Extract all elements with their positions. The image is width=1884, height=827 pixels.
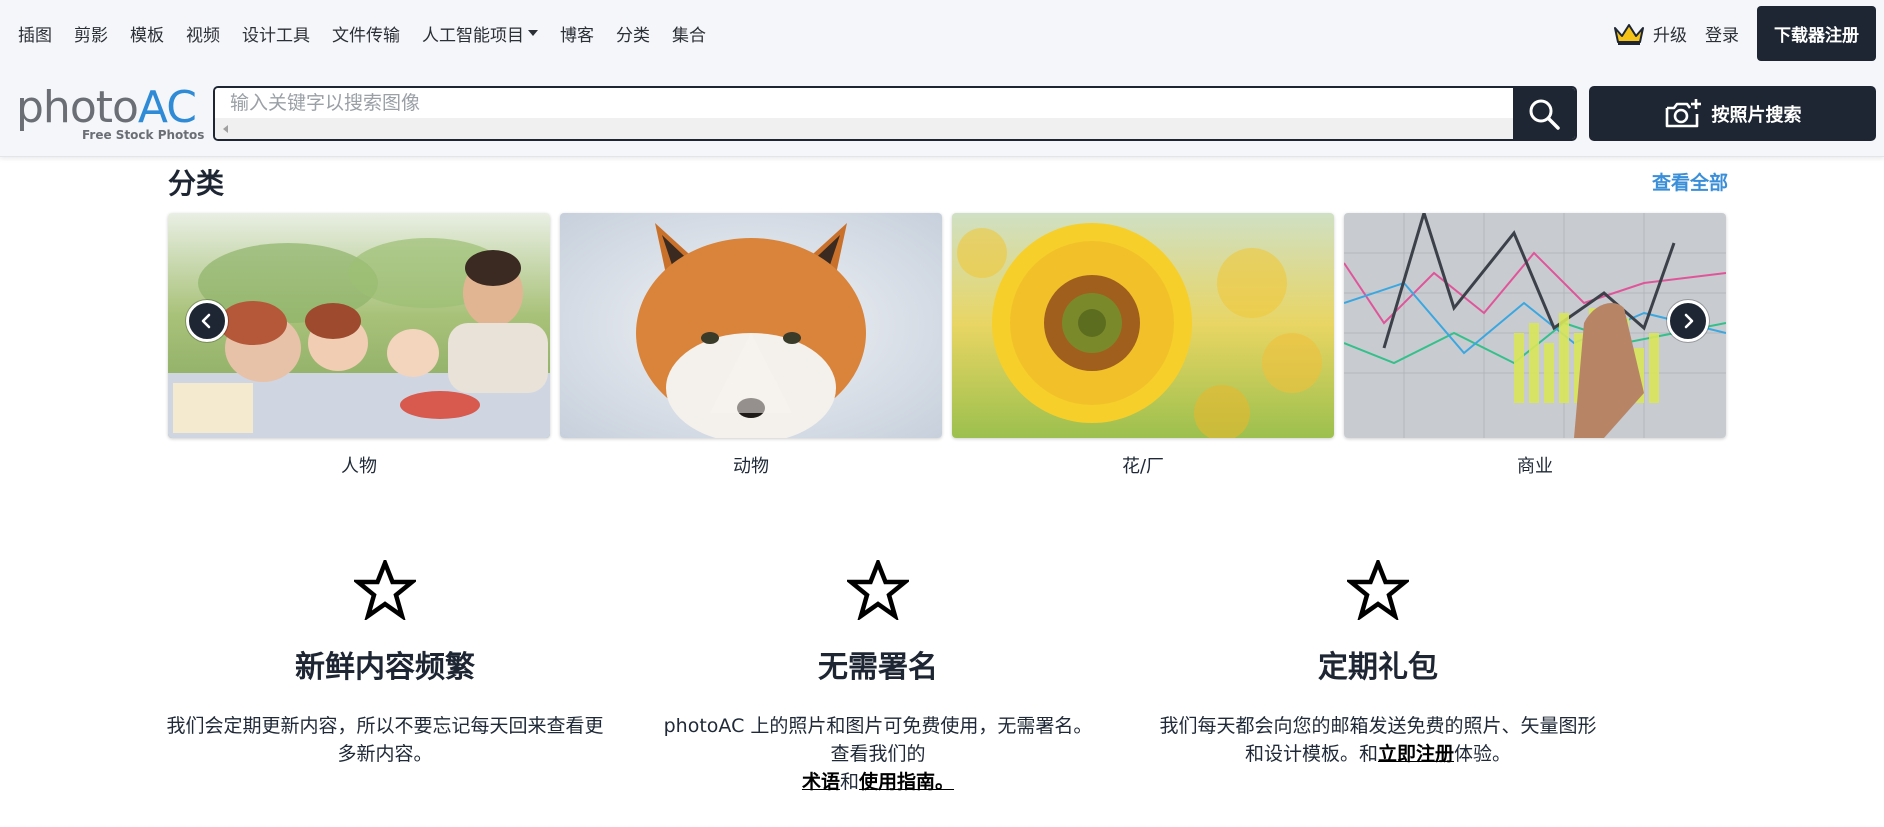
search-horizontal-scrollbar[interactable] xyxy=(215,118,1515,139)
category-card-people[interactable]: 人物 xyxy=(168,213,550,478)
top-navigation: 插图 剪影 模板 视频 设计工具 文件传输 人工智能项目 博客 分类 集合 xyxy=(18,20,706,46)
nav-videos[interactable]: 视频 xyxy=(186,21,220,46)
category-card-business[interactable]: 商业 xyxy=(1344,213,1726,478)
usage-guide-link[interactable]: 使用指南。 xyxy=(859,771,954,793)
feature-title: 定期礼包 xyxy=(1318,650,1438,685)
category-card-animals[interactable]: 动物 xyxy=(560,213,942,478)
nav-ai-projects-dropdown[interactable]: 人工智能项目 xyxy=(422,21,538,46)
upgrade-label: 升级 xyxy=(1653,26,1687,46)
downloader-register-button[interactable]: 下载器注册 xyxy=(1757,6,1876,61)
logo-photo-text: photo xyxy=(16,82,139,133)
category-label-business: 商业 xyxy=(1517,456,1553,477)
feature-description: 我们会定期更新内容，所以不要忘记每天回来查看更多新内容。 xyxy=(166,715,604,765)
account-area: 升级 登录 下载器注册 xyxy=(1613,6,1876,61)
nav-design-tools[interactable]: 设计工具 xyxy=(242,21,310,46)
star-icon xyxy=(847,560,909,620)
nav-silhouettes[interactable]: 剪影 xyxy=(74,21,108,46)
scroll-left-arrow-icon[interactable] xyxy=(223,125,228,133)
star-icon xyxy=(1347,560,1409,620)
feature-no-attribution: 无需署名 photoAC 上的照片和图片可免费使用，无需署名。查看我们的术语和使… xyxy=(658,560,1098,796)
nav-categories[interactable]: 分类 xyxy=(616,21,650,46)
categories-heading: 分类 xyxy=(168,167,225,200)
feature-description: photoAC 上的照片和图片可免费使用，无需署名。查看我们的术语和使用指南。 xyxy=(658,712,1098,796)
category-label-animals: 动物 xyxy=(733,456,769,477)
nav-templates[interactable]: 模板 xyxy=(130,21,164,46)
nav-file-transfer[interactable]: 文件传输 xyxy=(332,21,400,46)
logo-wordmark: photoAC xyxy=(16,82,197,134)
feature-text-end: 体验。 xyxy=(1454,743,1512,765)
terms-link[interactable]: 术语 xyxy=(802,771,840,793)
category-label-flowers: 花/厂 xyxy=(1121,456,1165,477)
nav-illustrations[interactable]: 插图 xyxy=(18,21,52,46)
view-all-link[interactable]: 查看全部 xyxy=(1652,168,1728,195)
feature-title: 无需署名 xyxy=(818,650,938,685)
category-card-flowers[interactable]: 花/厂 xyxy=(952,213,1334,478)
category-carousel: 人物 动物 花/厂 商业 xyxy=(168,213,1728,483)
search-button[interactable] xyxy=(1513,88,1575,139)
upgrade-link[interactable]: 升级 xyxy=(1613,21,1687,46)
nav-collections[interactable]: 集合 xyxy=(672,21,706,46)
feature-regular-gifts: 定期礼包 我们每天都会向您的邮箱发送免费的照片、矢量图形和设计模板。和立即注册体… xyxy=(1158,560,1598,768)
search-by-photo-label: 按照片搜索 xyxy=(1711,104,1802,126)
search-icon xyxy=(1529,99,1560,130)
search-input[interactable] xyxy=(215,88,1515,118)
feature-text: photoAC 上的照片和图片可免费使用，无需署名。查看我们的 xyxy=(663,715,1093,765)
star-icon xyxy=(354,560,416,620)
nav-ai-projects-label: 人工智能项目 xyxy=(422,25,524,46)
category-label-people: 人物 xyxy=(341,456,377,477)
category-image-animals xyxy=(560,213,942,438)
feature-fresh-content: 新鲜内容频繁 我们会定期更新内容，所以不要忘记每天回来查看更多新内容。 xyxy=(165,560,605,768)
search-bar xyxy=(213,86,1577,141)
chevron-left-icon xyxy=(201,313,211,329)
search-by-photo-button[interactable]: 按照片搜索 xyxy=(1589,86,1876,141)
login-link[interactable]: 登录 xyxy=(1705,21,1739,46)
logo-tagline: Free Stock Photos xyxy=(82,128,205,142)
crown-icon xyxy=(1614,23,1644,45)
site-header: 插图 剪影 模板 视频 设计工具 文件传输 人工智能项目 博客 分类 集合 升级… xyxy=(0,0,1884,157)
feature-description: 我们每天都会向您的邮箱发送免费的照片、矢量图形和设计模板。和立即注册体验。 xyxy=(1158,712,1598,768)
category-image-flowers xyxy=(952,213,1334,438)
logo-ac-text: AC xyxy=(137,82,197,133)
caret-down-icon xyxy=(528,30,538,36)
chevron-right-icon xyxy=(1684,313,1694,329)
camera-plus-icon xyxy=(1665,98,1701,127)
carousel-prev-button[interactable] xyxy=(186,300,228,342)
register-now-link[interactable]: 立即注册 xyxy=(1378,743,1454,765)
photoac-logo[interactable]: photoAC Free Stock Photos xyxy=(16,82,204,144)
feature-text-joiner: 和 xyxy=(839,771,859,793)
feature-title: 新鲜内容频繁 xyxy=(295,650,475,685)
carousel-next-button[interactable] xyxy=(1667,300,1709,342)
nav-blog[interactable]: 博客 xyxy=(560,21,594,46)
